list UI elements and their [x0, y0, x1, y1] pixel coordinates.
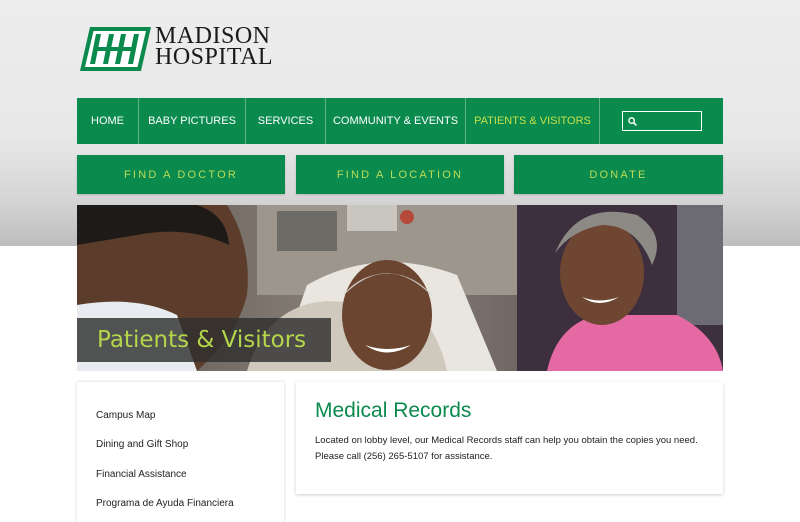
nav-home[interactable]: HOME — [77, 98, 139, 144]
sidebar-item-campus-map[interactable]: Campus Map — [96, 410, 155, 421]
hero-banner: Patients & Visitors — [77, 205, 723, 371]
page-title: Medical Records — [315, 399, 472, 422]
logo-line-2: HOSPITAL — [155, 44, 274, 70]
main-nav: HOME BABY PICTURES SERVICES COMMUNITY & … — [77, 98, 723, 144]
content-card: Medical Records Located on lobby level, … — [296, 382, 723, 494]
find-a-location-button[interactable]: FIND A LOCATION — [296, 155, 504, 194]
search-icon[interactable] — [627, 116, 637, 126]
nav-search — [600, 98, 723, 144]
nav-community-events[interactable]: COMMUNITY & EVENTS — [326, 98, 466, 144]
sidebar-item-dining-gift-shop[interactable]: Dining and Gift Shop — [96, 439, 188, 450]
content-line-2: Please call (256) 265-5107 for assistanc… — [315, 451, 493, 462]
hero-caption: Patients & Visitors — [77, 318, 331, 362]
content-line-1: Located on lobby level, our Medical Reco… — [315, 435, 698, 446]
nav-services[interactable]: SERVICES — [246, 98, 326, 144]
donate-button[interactable]: DONATE — [514, 155, 723, 194]
nav-baby-pictures[interactable]: BABY PICTURES — [139, 98, 246, 144]
search-box[interactable] — [621, 111, 702, 131]
sidebar-item-programa-ayuda[interactable]: Programa de Ayuda Financiera — [96, 498, 234, 509]
logo-wordmark: MADISON HOSPITAL — [155, 24, 274, 70]
search-input[interactable] — [636, 115, 698, 127]
sidebar-menu: Campus Map Dining and Gift Shop Financia… — [77, 382, 284, 522]
nav-patients-visitors[interactable]: PATIENTS & VISITORS — [466, 98, 600, 144]
content-body: Located on lobby level, our Medical Reco… — [315, 433, 715, 465]
hospital-logo-mark-icon — [80, 27, 151, 71]
find-a-doctor-button[interactable]: FIND A DOCTOR — [77, 155, 285, 194]
sidebar-item-financial-assistance[interactable]: Financial Assistance — [96, 469, 187, 480]
